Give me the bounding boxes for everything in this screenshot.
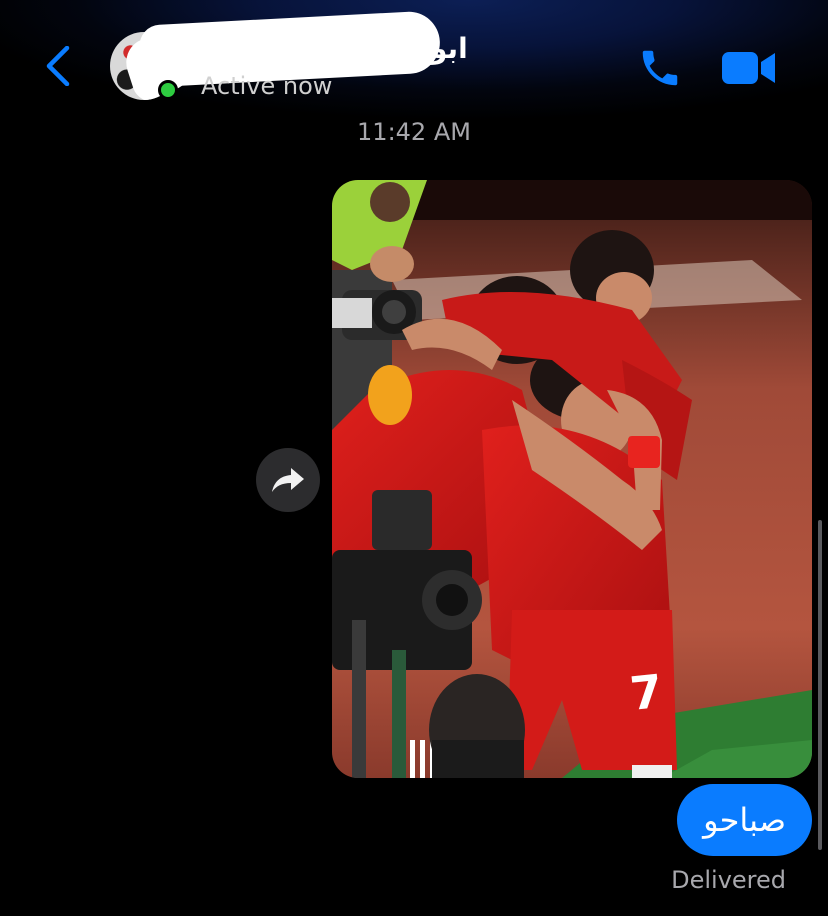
- active-status: Active now: [201, 72, 333, 100]
- delivery-status: Delivered: [671, 866, 786, 894]
- online-indicator: [158, 80, 178, 100]
- football-celebration-photo: 7: [332, 180, 812, 778]
- svg-text:7: 7: [628, 664, 665, 721]
- back-button[interactable]: [38, 44, 78, 88]
- scrollbar[interactable]: [818, 520, 822, 850]
- share-arrow-icon: [272, 468, 304, 492]
- chevron-left-icon: [46, 46, 70, 86]
- video-call-button[interactable]: [720, 48, 778, 88]
- contact-name[interactable]: ابو: [430, 32, 468, 65]
- message-timestamp: 11:42 AM: [357, 118, 471, 146]
- audio-call-button[interactable]: [636, 44, 684, 92]
- messenger-chat-screen: ابو Active now 11:42 AM 7 صباحو Delivere…: [0, 0, 828, 916]
- photo-message[interactable]: 7: [332, 180, 812, 778]
- sent-text-message[interactable]: صباحو: [677, 784, 812, 856]
- video-camera-icon: [722, 52, 775, 84]
- forward-button[interactable]: [256, 448, 320, 512]
- phone-icon: [642, 50, 678, 86]
